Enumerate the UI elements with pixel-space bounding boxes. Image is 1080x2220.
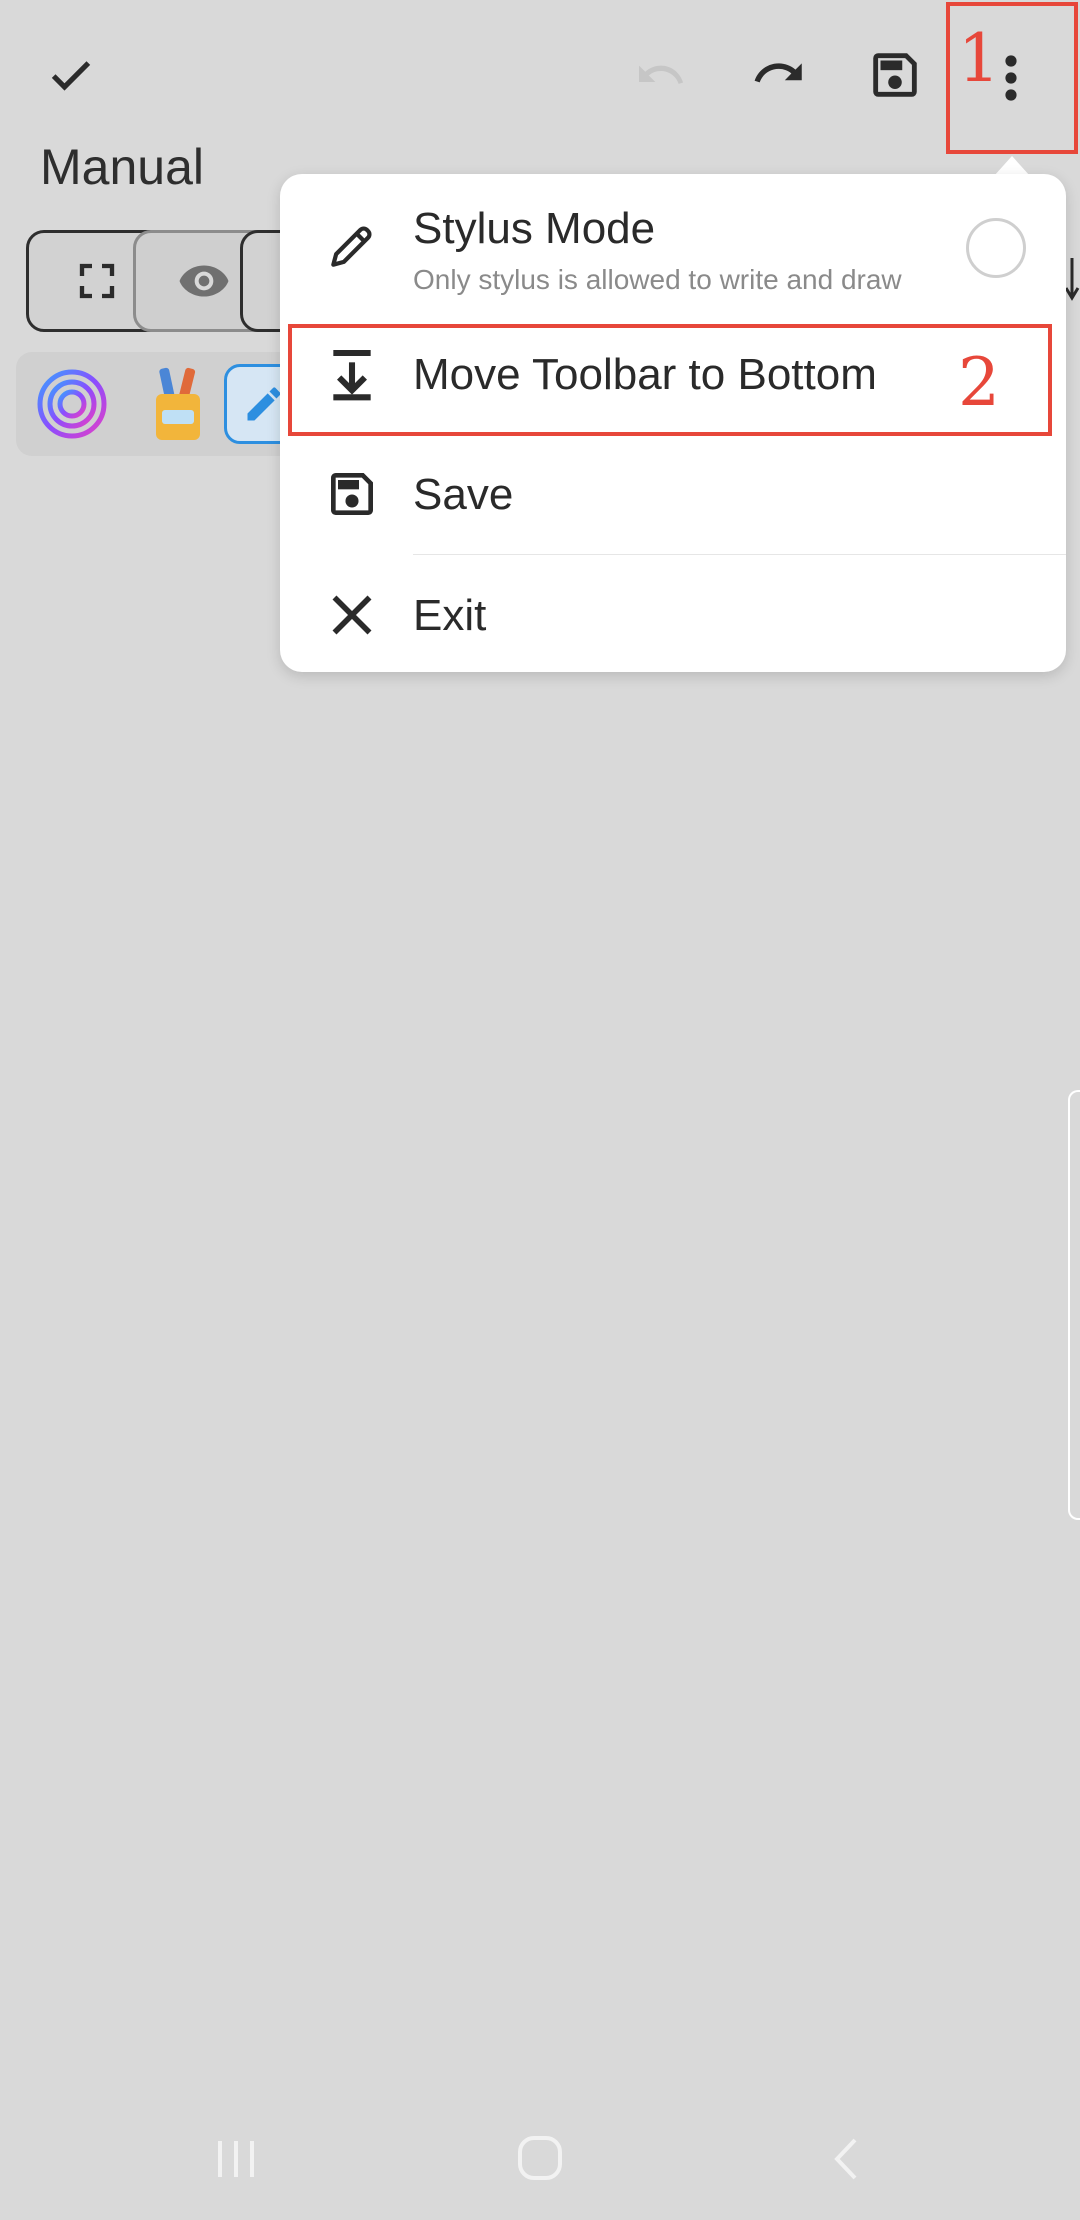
annotation-box-2	[288, 324, 1052, 436]
stylus-mode-toggle[interactable]	[966, 218, 1026, 278]
page-title: Manual	[40, 139, 204, 195]
arrow-down-icon	[1064, 258, 1080, 301]
stylus-mode-label: Stylus Mode	[413, 204, 656, 253]
pen-tools-row	[16, 352, 316, 456]
menu-item-exit[interactable]: Exit	[280, 555, 1066, 672]
system-nav-bar	[0, 2080, 1080, 2220]
exit-label: Exit	[413, 591, 487, 640]
side-panel-handle[interactable]	[1068, 1090, 1080, 1520]
fullscreen-icon	[79, 263, 115, 299]
done-check-icon[interactable]	[30, 40, 112, 110]
save-icon	[331, 473, 373, 515]
menu-item-save[interactable]: Save	[280, 432, 1066, 550]
home-icon[interactable]	[500, 2120, 580, 2196]
recent-apps-icon[interactable]	[196, 2124, 276, 2194]
tool-button-edge[interactable]	[1064, 254, 1080, 304]
color-ring-icon[interactable]	[30, 364, 114, 444]
pencil-cup-icon[interactable]	[136, 358, 220, 450]
pencil-icon	[331, 226, 372, 267]
save-label: Save	[413, 470, 514, 519]
back-icon[interactable]	[806, 2124, 886, 2194]
annotation-number-1: 1	[958, 20, 1000, 97]
undo-icon[interactable]	[620, 40, 700, 110]
eye-icon	[179, 265, 229, 297]
save-icon[interactable]	[855, 38, 935, 112]
redo-icon[interactable]	[740, 38, 820, 108]
menu-caret	[994, 156, 1030, 176]
annotation-number-2: 2	[958, 344, 1000, 421]
menu-item-stylus-mode[interactable]: Stylus Mode Only stylus is allowed to wr…	[280, 174, 1066, 314]
close-icon	[332, 595, 372, 635]
stylus-mode-subtitle: Only stylus is allowed to write and draw	[413, 264, 902, 295]
